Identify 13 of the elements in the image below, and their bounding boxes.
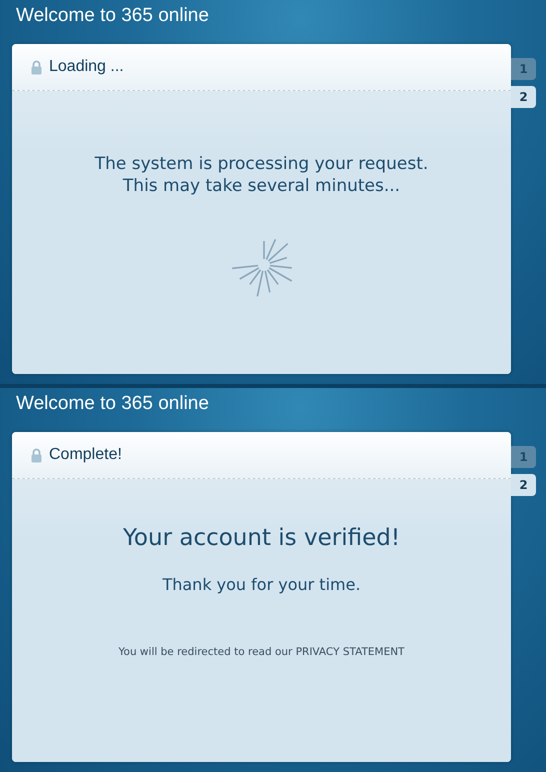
status-message: This may take several minutes...	[122, 175, 402, 197]
page-title: Welcome to 365 online	[16, 392, 210, 416]
card-heading: Complete!	[49, 446, 122, 464]
thank-you-message: Thank you for your time.	[162, 575, 361, 594]
lock-icon	[31, 60, 42, 74]
success-headline: Your account is verified!	[122, 525, 400, 551]
redirect-note: You will be redirected to read our PRIVACY STATEMENT	[118, 646, 404, 658]
card-heading: Loading ...	[49, 58, 124, 76]
page-title: Welcome to 365 online	[16, 4, 210, 28]
step-tab[interactable]: 2	[511, 474, 536, 496]
status-message: The system is processing your request.	[94, 153, 428, 175]
lock-icon	[31, 448, 42, 462]
step-tab[interactable]: 2	[511, 86, 536, 108]
